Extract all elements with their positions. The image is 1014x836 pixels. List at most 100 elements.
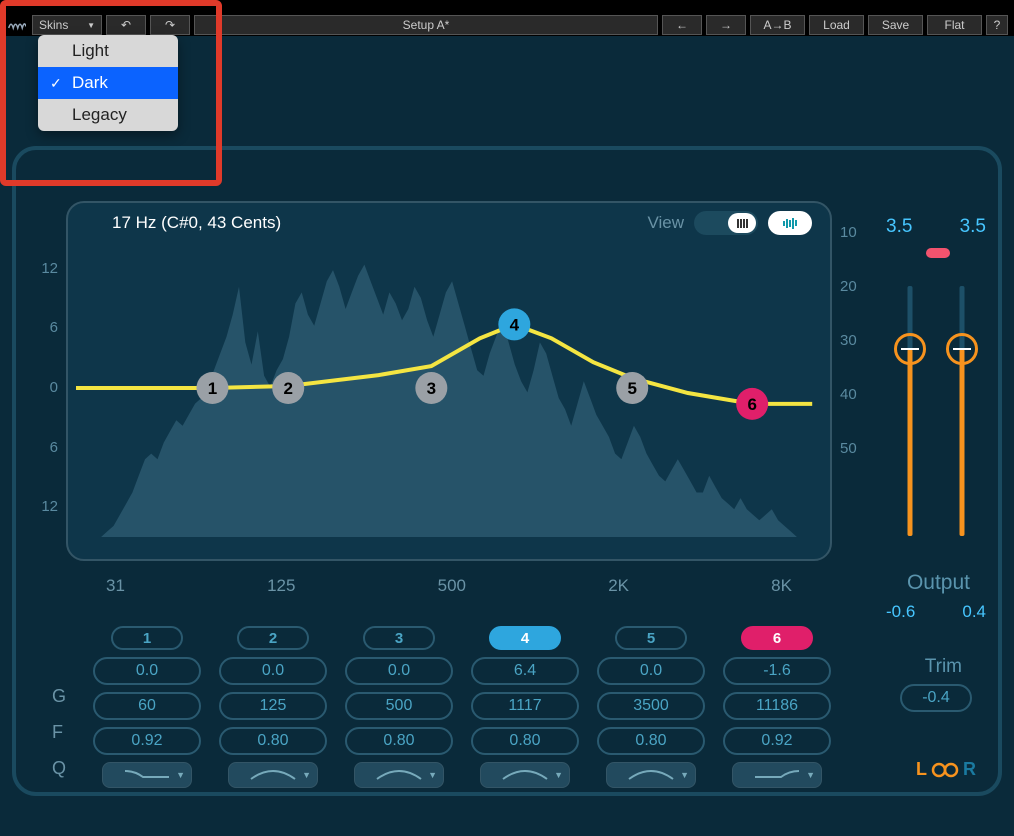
toggle-knob-bars-icon	[728, 213, 756, 233]
shape-bell-icon	[501, 767, 549, 783]
band-node-label: 2	[283, 379, 292, 398]
analyzer-mode-button[interactable]	[768, 211, 812, 235]
band-select-button[interactable]: 2	[237, 626, 309, 650]
shape-bell-icon	[375, 767, 423, 783]
band-shape-selector[interactable]: ▼	[480, 762, 570, 788]
output-left-value[interactable]: -0.6	[886, 602, 915, 622]
band-select-button[interactable]: 3	[363, 626, 435, 650]
peak-indicator[interactable]	[926, 248, 950, 258]
y-axis-right-tick: 40	[840, 386, 857, 403]
skins-menu-item[interactable]: Light	[38, 35, 178, 67]
load-button[interactable]: Load	[809, 15, 864, 35]
band-f-field[interactable]: 11186	[723, 692, 831, 720]
stereo-link-control[interactable]: L R	[916, 759, 976, 780]
band-q-field[interactable]: 0.80	[219, 727, 327, 755]
band-q-field[interactable]: 0.92	[93, 727, 201, 755]
skins-menu-item[interactable]: ✓ Dark	[38, 67, 178, 99]
flat-button[interactable]: Flat	[927, 15, 982, 35]
output-label: Output	[907, 571, 970, 595]
output-fader-right[interactable]	[946, 286, 978, 536]
analyzer-toggle[interactable]	[694, 211, 758, 235]
band-q-field[interactable]: 0.80	[597, 727, 705, 755]
gain-row-label: G	[52, 686, 66, 707]
y-axis-right-tick: 10	[840, 224, 857, 241]
redo-icon: ↷	[165, 18, 175, 32]
output-fader-left[interactable]	[894, 286, 926, 536]
eq-graph[interactable]: 17 Hz (C#0, 43 Cents) View 123456	[66, 201, 832, 561]
band-node-label: 3	[427, 379, 436, 398]
band-controls: 1 0.0 60 0.92 ▼ 2 0.0 125 0.80 ▼ 3 0.0 500 0.80 ▼ 4 6.4 1…	[92, 626, 832, 788]
save-label: Save	[882, 18, 909, 32]
band-q-field[interactable]: 0.92	[723, 727, 831, 755]
x-axis-tick: 2K	[608, 576, 629, 600]
fader-thumb[interactable]	[946, 333, 978, 365]
x-axis-labels: 311255002K8K	[66, 576, 832, 600]
band-g-field[interactable]: 0.0	[93, 657, 201, 685]
skins-dropdown-button[interactable]: Skins ▼	[32, 15, 102, 35]
band-f-field[interactable]: 1117	[471, 692, 579, 720]
band-select-button[interactable]: 5	[615, 626, 687, 650]
save-button[interactable]: Save	[868, 15, 923, 35]
chevron-down-icon: ▼	[554, 770, 563, 780]
chevron-down-icon: ▼	[806, 770, 815, 780]
band-column-1: 1 0.0 60 0.92 ▼	[92, 626, 202, 788]
meter-left-value: 3.5	[886, 216, 912, 238]
band-node-label: 6	[747, 395, 756, 414]
copy-ab-button[interactable]: A→B	[750, 15, 805, 35]
band-f-field[interactable]: 500	[345, 692, 453, 720]
band-f-field[interactable]: 60	[93, 692, 201, 720]
fader-thumb[interactable]	[894, 333, 926, 365]
setup-preset-display[interactable]: Setup A*	[194, 15, 658, 35]
band-f-field[interactable]: 3500	[597, 692, 705, 720]
menu-item-label: Dark	[72, 73, 108, 93]
band-column-5: 5 0.0 3500 0.80 ▼	[596, 626, 706, 788]
dropdown-chevron-icon: ▼	[87, 21, 95, 30]
waves-logo-icon	[6, 15, 28, 35]
redo-button[interactable]: ↷	[150, 15, 190, 35]
band-q-field[interactable]: 0.80	[345, 727, 453, 755]
output-faders	[894, 286, 978, 536]
preset-next-button[interactable]: →	[706, 15, 746, 35]
band-node-label: 1	[208, 379, 217, 398]
band-shape-selector[interactable]: ▼	[606, 762, 696, 788]
shape-bell-icon	[627, 767, 675, 783]
band-g-field[interactable]: 0.0	[219, 657, 327, 685]
band-shape-selector[interactable]: ▼	[228, 762, 318, 788]
band-shape-selector[interactable]: ▼	[354, 762, 444, 788]
trim-value[interactable]: -0.4	[900, 684, 972, 712]
undo-button[interactable]: ↶	[106, 15, 146, 35]
band-g-field[interactable]: -1.6	[723, 657, 831, 685]
freq-row-label: F	[52, 722, 63, 743]
band-g-field[interactable]: 0.0	[345, 657, 453, 685]
shape-low-shelf-icon	[123, 767, 171, 783]
arrow-left-icon: ←	[676, 18, 688, 32]
chevron-down-icon: ▼	[176, 770, 185, 780]
eq-curve-svg: 123456	[66, 201, 832, 561]
load-label: Load	[823, 18, 850, 32]
spectrum-fill	[76, 265, 822, 537]
check-icon: ✓	[50, 75, 62, 92]
setup-label: Setup A*	[403, 18, 450, 32]
band-shape-selector[interactable]: ▼	[732, 762, 822, 788]
band-select-button[interactable]: 4	[489, 626, 561, 650]
band-select-button[interactable]: 6	[741, 626, 813, 650]
output-right-value[interactable]: 0.4	[962, 602, 986, 622]
band-node-label: 4	[510, 315, 520, 334]
help-button[interactable]: ?	[986, 15, 1008, 35]
skins-menu-item[interactable]: Legacy	[38, 99, 178, 131]
band-shape-selector[interactable]: ▼	[102, 762, 192, 788]
undo-icon: ↶	[121, 18, 131, 32]
bar-icon	[786, 219, 788, 228]
band-f-field[interactable]: 125	[219, 692, 327, 720]
band-g-field[interactable]: 0.0	[597, 657, 705, 685]
bar-icon	[795, 220, 797, 226]
chevron-down-icon: ▼	[302, 770, 311, 780]
band-g-field[interactable]: 6.4	[471, 657, 579, 685]
band-q-field[interactable]: 0.80	[471, 727, 579, 755]
link-right-label: R	[963, 759, 976, 780]
band-select-button[interactable]: 1	[111, 626, 183, 650]
bar-icon	[792, 218, 794, 229]
y-axis-left-tick: 0	[34, 379, 58, 396]
preset-prev-button[interactable]: ←	[662, 15, 702, 35]
ab-label: A→B	[763, 18, 791, 32]
